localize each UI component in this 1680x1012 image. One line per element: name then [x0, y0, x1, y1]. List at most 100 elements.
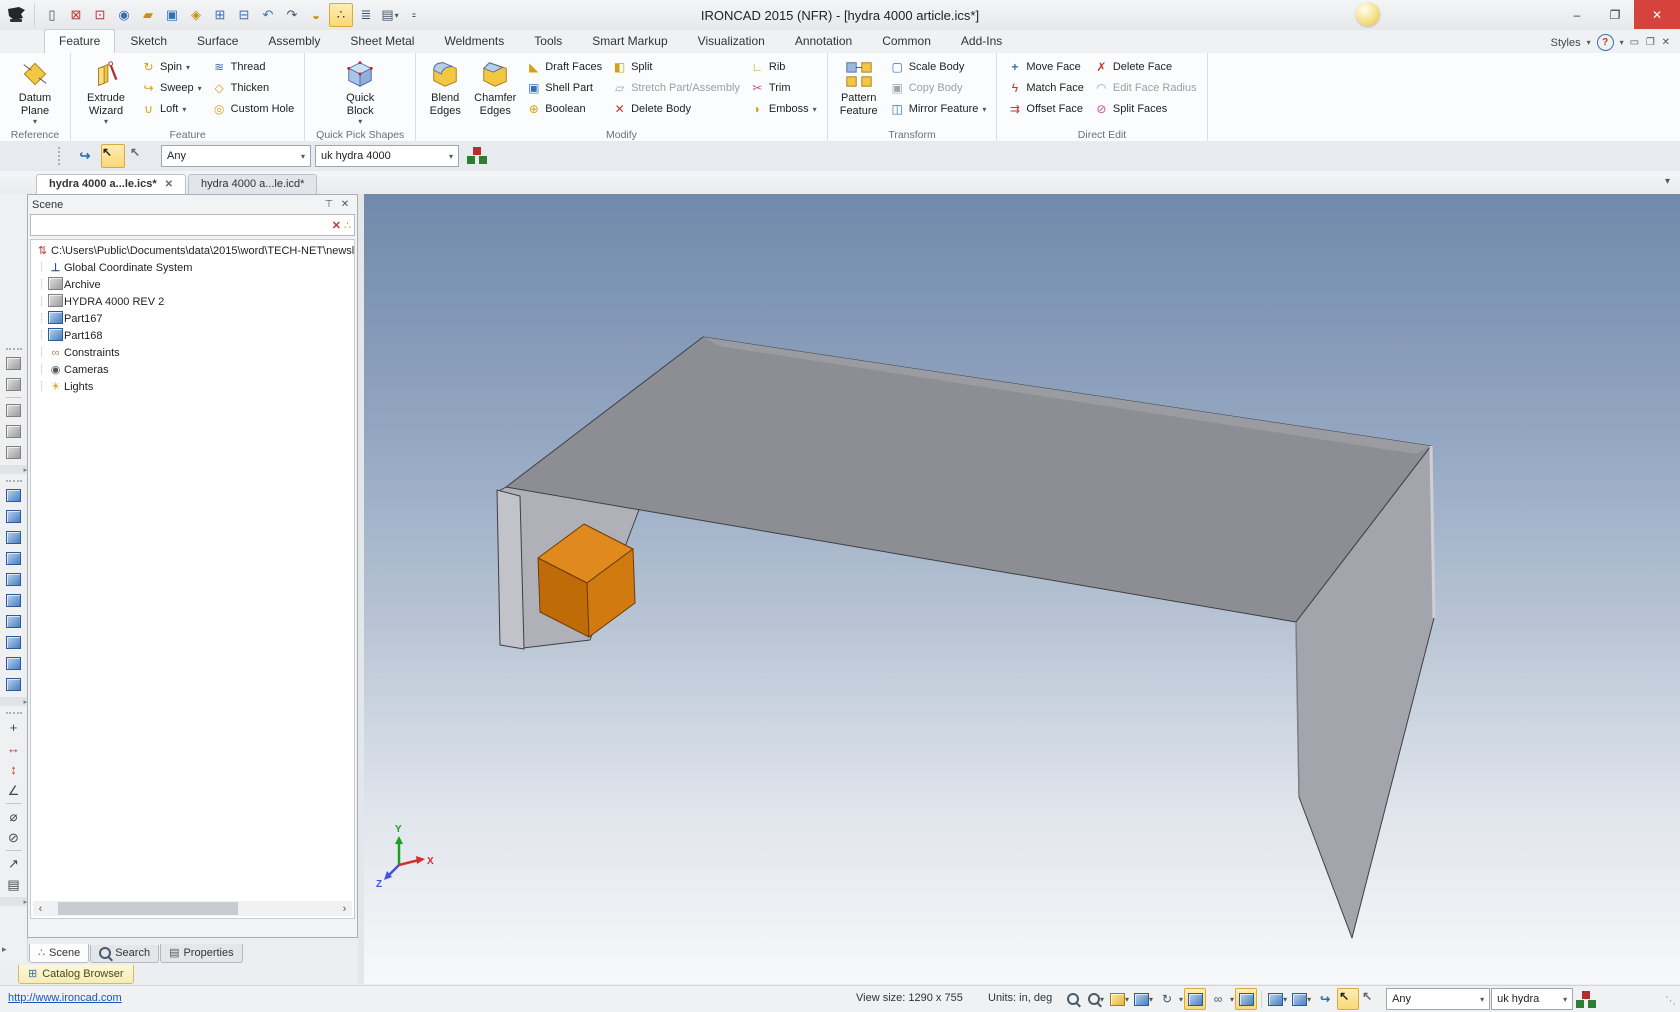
tree-item-global-coordinate-system[interactable]: ┊⊥Global Coordinate System	[31, 259, 354, 276]
view-iso-3-icon[interactable]	[3, 653, 25, 674]
datum-plane-button[interactable]: Datum Plane ▾	[5, 56, 65, 128]
toolbar-grip[interactable]	[6, 712, 22, 714]
document-tab-drawing[interactable]: hydra 4000 a...le.icd*	[188, 174, 317, 194]
redo-icon[interactable]: ↷	[281, 4, 303, 26]
split-faces-button[interactable]: ⊘Split Faces	[1091, 99, 1200, 119]
scrollbar-thumb[interactable]	[58, 902, 238, 915]
boolean-split-tool-icon[interactable]	[3, 442, 25, 463]
move-face-button[interactable]: +Move Face	[1004, 57, 1086, 77]
assistant-orb-icon[interactable]	[1356, 2, 1380, 26]
view-front-icon[interactable]	[3, 485, 25, 506]
panel-tab-properties[interactable]: ▤Properties	[160, 944, 243, 963]
offset-face-button[interactable]: ⇉Offset Face	[1004, 99, 1086, 119]
select-cursor-icon[interactable]: ↖	[101, 144, 125, 168]
restore-button[interactable]: ❐	[1596, 0, 1634, 29]
horizontal-dimension-tool-icon[interactable]: ↔	[3, 738, 25, 759]
horizontal-scrollbar[interactable]: ‹ ›	[33, 901, 352, 916]
boolean-button[interactable]: ⊕Boolean	[523, 99, 605, 119]
tab-feature[interactable]: Feature	[44, 29, 115, 53]
save-icon[interactable]: ▣	[161, 4, 183, 26]
cylinder-measure-tool-icon[interactable]: ▤	[3, 874, 25, 895]
scene-display-icon[interactable]: ▾	[1266, 988, 1289, 1010]
tree-item-cameras[interactable]: ┊◉Cameras	[31, 361, 354, 378]
split-button[interactable]: ◧Split	[609, 57, 743, 77]
render-target-icon[interactable]: ▾	[1108, 988, 1131, 1010]
loft-button[interactable]: ∪Loft▾	[138, 99, 205, 119]
navigate-back-icon[interactable]: ↪	[73, 144, 97, 168]
camera-view-icon[interactable]: ▾	[1132, 988, 1155, 1010]
rib-button[interactable]: ∟Rib	[747, 57, 820, 77]
chevron-down-icon[interactable]: ▾	[1620, 38, 1624, 47]
navigate-icon[interactable]: ↪	[1314, 988, 1336, 1010]
status-filter-combo[interactable]: Any ▾	[1386, 988, 1490, 1010]
styles-button[interactable]: Styles	[1551, 37, 1581, 49]
link-document-icon[interactable]: ◉	[113, 4, 135, 26]
custom-hole-button[interactable]: ◎Custom Hole	[209, 99, 298, 119]
view-back-icon[interactable]	[3, 506, 25, 527]
scroll-right-icon[interactable]: ›	[337, 903, 352, 915]
match-face-button[interactable]: ϟMatch Face	[1004, 78, 1086, 98]
catalog-browser-tab[interactable]: ⊞ Catalog Browser	[18, 965, 134, 984]
print-3d-icon[interactable]: ◈	[185, 4, 207, 26]
tab-add-ins[interactable]: Add-Ins	[946, 29, 1017, 53]
tree-item-part168[interactable]: ┊Part168	[31, 327, 354, 344]
add-part-tool-icon[interactable]	[3, 353, 25, 374]
toolbar-grip[interactable]	[6, 348, 22, 350]
tab-visualization[interactable]: Visualization	[683, 29, 780, 53]
toolbar-grip[interactable]	[6, 480, 22, 482]
catalog-search-combo[interactable]: uk hydra 4000 ▾	[315, 145, 459, 167]
blend-edges-button[interactable]: Blend Edges	[421, 56, 469, 119]
viewport-3d[interactable]: Y X Z	[364, 194, 1680, 984]
group-collapse-arrow[interactable]: ▸	[0, 697, 27, 706]
chevron-down-icon[interactable]: ▾	[1179, 995, 1183, 1004]
selection-filter-combo[interactable]: Any ▾	[161, 145, 311, 167]
help-icon[interactable]: ?	[1597, 34, 1614, 51]
scene-filter-box[interactable]: ✕ ∴	[30, 214, 355, 236]
tree-item-archive[interactable]: ┊Archive	[31, 276, 354, 293]
property-list-icon[interactable]: ≣	[355, 4, 377, 26]
emboss-button[interactable]: ◗Emboss▾	[747, 99, 820, 119]
group-collapse-arrow[interactable]: ▸	[0, 897, 27, 906]
tree-item-lights[interactable]: ┊☀Lights	[31, 378, 354, 395]
group-collapse-arrow[interactable]: ▸	[0, 465, 27, 474]
tree-item-constraints[interactable]: ┊∞Constraints	[31, 344, 354, 361]
tab-weldments[interactable]: Weldments	[429, 29, 519, 53]
chevron-down-icon[interactable]: ▾	[1230, 995, 1234, 1004]
tab-assembly[interactable]: Assembly	[253, 29, 335, 53]
part-display-icon[interactable]: ▾	[1290, 988, 1313, 1010]
pattern-feature-button[interactable]: Pattern Feature	[833, 56, 885, 119]
box-select-cursor-icon[interactable]: ↖	[1360, 988, 1382, 1010]
radius-dimension-tool-icon[interactable]: ⌀	[3, 806, 25, 827]
view-iso-1-icon[interactable]	[3, 611, 25, 632]
export-part-icon[interactable]: ⊟	[233, 4, 255, 26]
tab-tools[interactable]: Tools	[519, 29, 577, 53]
mirror-feature-button[interactable]: ◫Mirror Feature▾	[887, 99, 990, 119]
boolean-intersect-tool-icon[interactable]	[3, 421, 25, 442]
close-panel-icon[interactable]: ✕	[337, 199, 353, 210]
add-part-icon[interactable]: ⊞	[209, 4, 231, 26]
shaded-render-icon[interactable]	[1184, 988, 1206, 1010]
realistic-render-icon[interactable]	[1235, 988, 1257, 1010]
view-iso-4-icon[interactable]	[3, 674, 25, 695]
mdi-window-controls[interactable]: ▭ ❐ ✕	[1630, 37, 1672, 48]
view-left-icon[interactable]	[3, 527, 25, 548]
tab-list-dropdown-icon[interactable]: ▾	[1665, 176, 1670, 187]
view-bottom-icon[interactable]	[3, 590, 25, 611]
tree-item-hydra-4000-rev-2[interactable]: ┊HYDRA 4000 REV 2	[31, 293, 354, 310]
panel-expand-icon[interactable]: ▸	[2, 944, 7, 955]
zoom-window-icon[interactable]	[1062, 988, 1084, 1010]
delete-body-button[interactable]: ✕Delete Body	[609, 99, 743, 119]
close-button[interactable]: ✕	[1634, 0, 1680, 29]
delete-face-button[interactable]: ✗Delete Face	[1091, 57, 1200, 77]
filter-tree-icon[interactable]: ∴	[344, 219, 351, 232]
boolean-subtract-tool-icon[interactable]	[3, 400, 25, 421]
sheet-metal-part[interactable]	[497, 337, 1434, 938]
tab-smart-markup[interactable]: Smart Markup	[577, 29, 682, 53]
import-document-icon[interactable]: ⊠	[65, 4, 87, 26]
vertical-dimension-tool-icon[interactable]: ↕	[3, 759, 25, 780]
zoom-options-icon[interactable]: ▾	[1085, 988, 1107, 1010]
tab-sheet-metal[interactable]: Sheet Metal	[335, 29, 429, 53]
scene-browser-icon[interactable]	[473, 147, 481, 155]
assistant-icon[interactable]: ◒	[305, 4, 327, 26]
leader-annotation-tool-icon[interactable]: ↗	[3, 853, 25, 874]
